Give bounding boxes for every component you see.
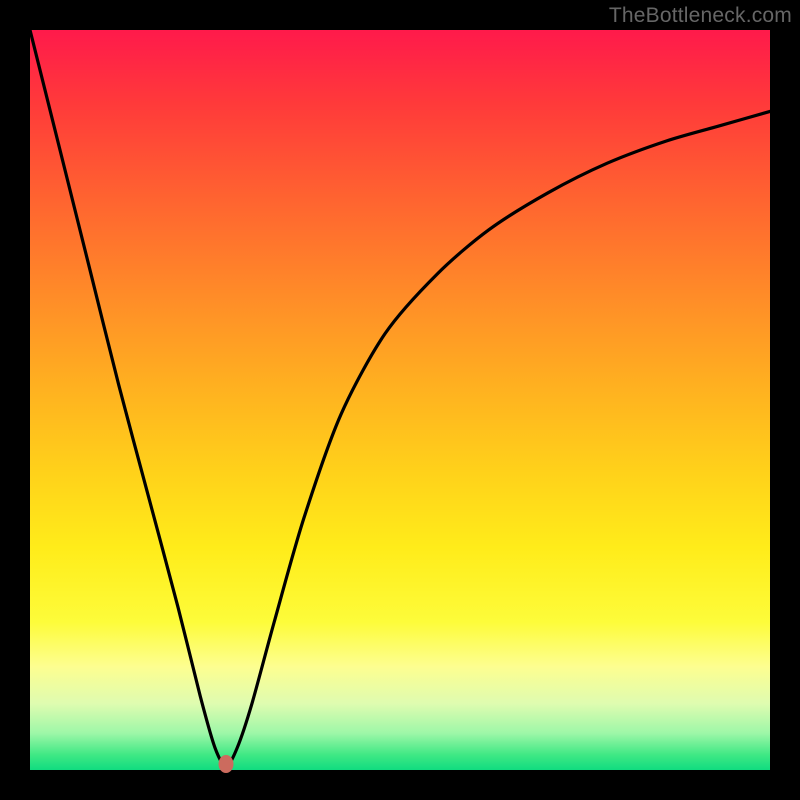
minimum-marker: [219, 755, 234, 773]
chart-frame: TheBottleneck.com: [0, 0, 800, 800]
plot-area: [30, 30, 770, 770]
curve-path: [30, 30, 770, 766]
bottleneck-curve: [30, 30, 770, 770]
watermark-text: TheBottleneck.com: [609, 4, 792, 28]
